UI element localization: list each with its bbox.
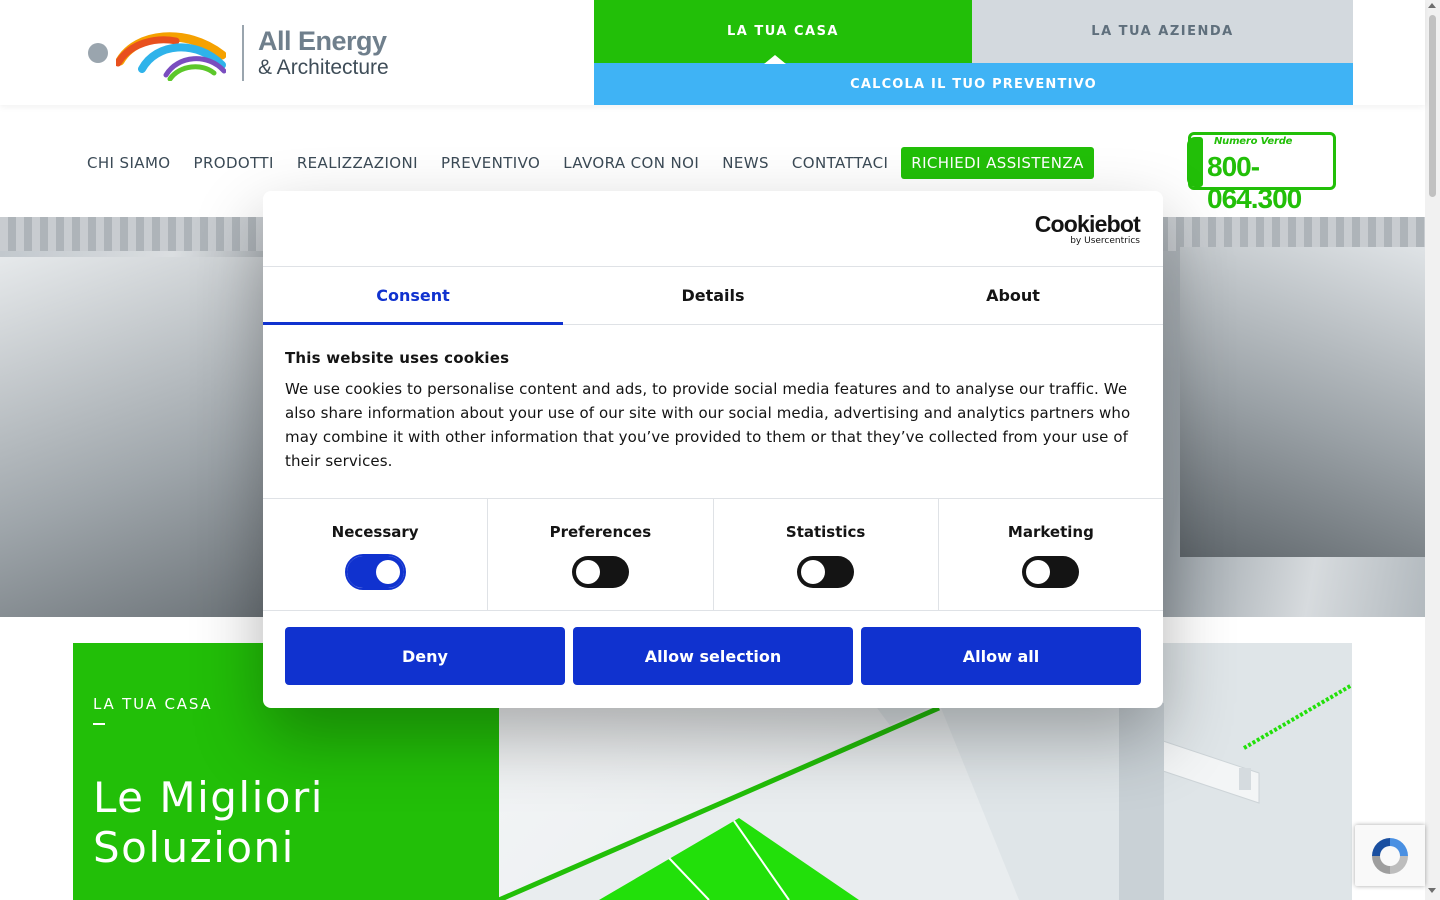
scroll-thumb[interactable]	[1429, 15, 1436, 197]
section-title-line1: Le Migliori	[93, 773, 324, 822]
cookiebot-logo: Cookiebot by Usercentrics	[1034, 211, 1141, 247]
toggle-preferences-switch[interactable]	[571, 556, 629, 588]
richiedi-assistenza-button[interactable]: RICHIEDI ASSISTENZA	[901, 147, 1094, 179]
toggle-statistics-switch[interactable]	[797, 556, 855, 588]
tab-about[interactable]: About	[863, 267, 1163, 324]
nav-items: CHI SIAMO PRODOTTI REALIZZAZIONI PREVENT…	[87, 147, 1094, 179]
page: All Energy & Architecture LA TUA CASA LA…	[0, 0, 1440, 900]
toggle-necessary-switch[interactable]	[344, 554, 406, 590]
nav-item-contattaci[interactable]: CONTATTACI	[792, 154, 888, 172]
cookiebot-brand-sub: by Usercentrics	[1070, 236, 1140, 246]
hero-building-right	[1180, 247, 1425, 557]
cookie-buttons: Deny Allow selection Allow all	[285, 627, 1141, 685]
numero-verde-badge[interactable]: Numero Verde 800-064.300	[1187, 132, 1336, 214]
logo-text: All Energy & Architecture	[258, 26, 389, 79]
tab-details[interactable]: Details	[563, 267, 863, 324]
active-tab-arrow-icon	[764, 55, 786, 64]
section-title: Le Migliori Soluzioni	[93, 773, 324, 873]
numero-verde-number: 800-064.300	[1207, 151, 1302, 214]
cookie-toggles: Necessary Preferences Statistics Marketi…	[263, 498, 1163, 611]
site-header: All Energy & Architecture LA TUA CASA LA…	[0, 0, 1425, 105]
cookie-consent-dialog: Cookiebot by Usercentrics Consent Detail…	[263, 191, 1163, 708]
toggle-statistics-group: Statistics	[714, 499, 939, 610]
logo-divider	[242, 25, 244, 81]
nav-item-realizzazioni[interactable]: REALIZZAZIONI	[297, 154, 418, 172]
toggle-preferences-label: Preferences	[549, 523, 652, 541]
cookiebot-brand: Cookiebot	[1034, 211, 1141, 237]
recaptcha-badge[interactable]	[1355, 825, 1425, 886]
toggle-necessary-group: Necessary	[263, 499, 489, 610]
tab-consent[interactable]: Consent	[263, 267, 563, 325]
nav-item-prodotti[interactable]: PRODOTTI	[194, 154, 274, 172]
toggle-statistics-label: Statistics	[785, 523, 866, 541]
toggle-marketing-label: Marketing	[1007, 523, 1094, 541]
logo-line2: & Architecture	[258, 56, 389, 79]
switch-knob	[375, 560, 400, 584]
section-title-line2: Soluzioni	[93, 823, 295, 872]
logo-line1: All Energy	[258, 26, 387, 56]
cookie-body: This website uses cookies We use cookies…	[285, 349, 1141, 473]
scroll-down-arrow-icon[interactable]	[1428, 888, 1436, 893]
switch-knob	[801, 560, 826, 584]
toggle-preferences-group: Preferences	[488, 499, 714, 610]
cookie-text: We use cookies to personalise content an…	[285, 380, 1131, 470]
numero-verde-label: Numero Verde	[1211, 136, 1296, 147]
section-dash	[93, 723, 105, 725]
nav-item-preventivo[interactable]: PREVENTIVO	[441, 154, 540, 172]
allow-all-button[interactable]: Allow all	[861, 627, 1141, 685]
scroll-up-arrow-icon[interactable]	[1428, 3, 1436, 8]
cookie-tabs: Consent Details About	[263, 266, 1163, 325]
rainbow-logo-icon	[116, 32, 226, 81]
switch-knob	[1026, 560, 1051, 584]
switch-knob	[575, 560, 600, 584]
section-label: LA TUA CASA	[93, 695, 213, 713]
tab-la-tua-casa[interactable]: LA TUA CASA	[594, 0, 972, 63]
allow-selection-button[interactable]: Allow selection	[573, 627, 853, 685]
phone-icon	[1187, 137, 1203, 187]
nav-item-lavora-con-noi[interactable]: LAVORA CON NOI	[563, 154, 699, 172]
logo-dot-icon	[88, 43, 108, 63]
toggle-marketing-switch[interactable]	[1022, 556, 1080, 588]
page-scrollbar[interactable]	[1425, 0, 1440, 900]
tab-la-tua-azienda[interactable]: LA TUA AZIENDA	[972, 0, 1353, 63]
recaptcha-icon	[1372, 838, 1408, 874]
site-logo[interactable]: All Energy & Architecture	[88, 24, 389, 82]
nav-item-chi-siamo[interactable]: CHI SIAMO	[87, 154, 171, 172]
toggle-necessary-label: Necessary	[331, 523, 419, 541]
nav-item-news[interactable]: NEWS	[722, 154, 769, 172]
calcola-preventivo-button[interactable]: CALCOLA IL TUO PREVENTIVO	[594, 63, 1353, 105]
toggle-marketing-group: Marketing	[939, 499, 1163, 610]
cookie-heading: This website uses cookies	[285, 349, 510, 367]
deny-button[interactable]: Deny	[285, 627, 565, 685]
hero-building-left	[0, 257, 270, 617]
